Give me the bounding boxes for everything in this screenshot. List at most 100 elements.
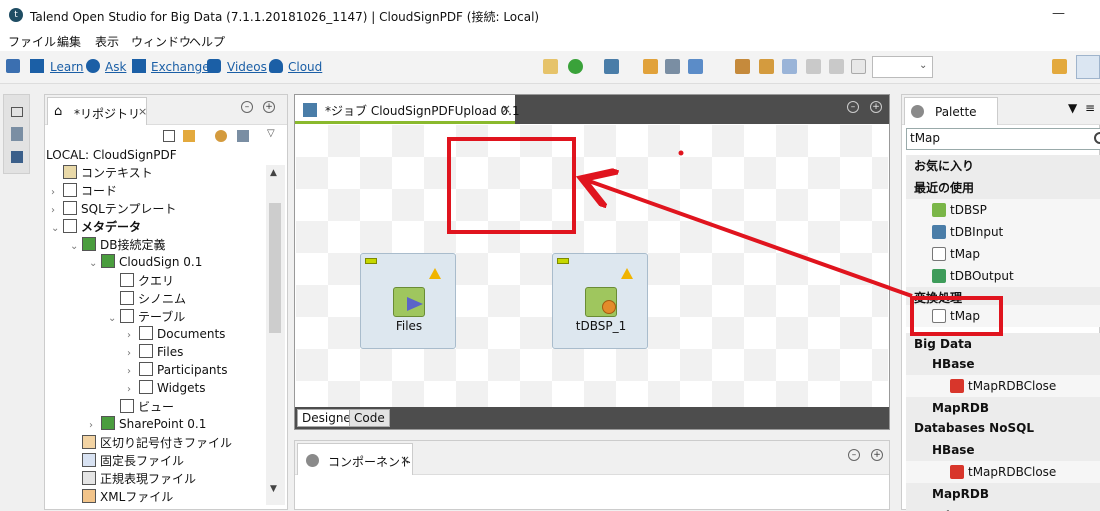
close-icon[interactable]: × — [138, 105, 147, 118]
chevron-right-icon[interactable]: › — [51, 205, 63, 216]
palette-search-input[interactable]: tMap — [906, 128, 1100, 150]
component-tdbsp[interactable]: tDBSP_1 — [552, 253, 648, 349]
chevron-right-icon[interactable]: › — [127, 366, 139, 377]
outline-icon[interactable] — [11, 127, 23, 141]
refresh-icon[interactable] — [782, 59, 797, 74]
item-icon[interactable] — [759, 59, 774, 74]
filter-icon[interactable]: ▼ — [1068, 101, 1077, 115]
chevron-right-icon[interactable]: › — [127, 384, 139, 395]
palette-item[interactable]: tMapRDBClose — [906, 461, 1100, 483]
perspective-button[interactable] — [1076, 55, 1100, 79]
exchange-link[interactable]: Exchange — [151, 60, 210, 74]
learn-link[interactable]: Learn — [50, 60, 84, 74]
tree-item[interactable]: 区切り記号付きファイル — [70, 434, 232, 452]
menu-file[interactable]: ファイル — [8, 33, 56, 50]
menu-view[interactable]: 表示 — [95, 33, 119, 50]
tree-item[interactable]: › Files — [127, 344, 183, 362]
scroll-down-icon[interactable]: ▼ — [270, 484, 277, 494]
scroll-up-icon[interactable]: ▲ — [270, 168, 277, 178]
undo-icon[interactable] — [806, 59, 821, 74]
find-icon[interactable] — [543, 59, 558, 74]
palette-category[interactable]: HBase — [906, 353, 1100, 375]
import-icon[interactable] — [735, 59, 750, 74]
palette-item[interactable]: tMapRDBClose — [906, 375, 1100, 397]
export-icon[interactable] — [688, 59, 703, 74]
menu-help[interactable]: ヘルプ — [189, 33, 225, 50]
chevron-down-icon[interactable]: ⌄ — [70, 241, 82, 252]
restore-icon[interactable] — [11, 107, 23, 117]
run-view-icon[interactable] — [11, 151, 23, 163]
cloud-link[interactable]: Cloud — [288, 60, 322, 74]
minimize-view-icon[interactable]: – — [847, 101, 859, 113]
cloud-icon[interactable] — [269, 59, 283, 73]
palette-item[interactable]: tDBSP — [906, 199, 1100, 221]
videos-link[interactable]: Videos — [227, 60, 267, 74]
page-icon[interactable] — [851, 59, 866, 74]
wrench-icon[interactable] — [665, 59, 680, 74]
chevron-down-icon[interactable]: ⌄ — [108, 313, 120, 324]
tree-item[interactable]: シノニム — [108, 290, 186, 308]
run-icon[interactable] — [568, 59, 583, 74]
open-perspective-icon[interactable] — [1052, 59, 1067, 74]
palette-category[interactable]: Databases — [906, 505, 1100, 511]
cart-icon[interactable] — [132, 59, 146, 73]
chevron-down-icon[interactable]: ⌄ — [89, 258, 101, 269]
palette-item[interactable]: tDBOutput — [906, 265, 1100, 287]
tree-item[interactable]: 正規表現ファイル — [70, 470, 196, 488]
chevron-right-icon[interactable]: › — [127, 348, 139, 359]
tree-item[interactable]: クエリ — [108, 272, 174, 290]
tree-item[interactable]: コンテキスト — [51, 164, 153, 182]
zoom-select[interactable]: ⌄ — [872, 56, 933, 78]
tree-item[interactable]: ⌄ テーブル — [108, 308, 185, 326]
minimize-button[interactable]: — — [1052, 6, 1065, 21]
menu-edit[interactable]: 編集 — [57, 33, 81, 50]
collapse-all-icon[interactable] — [163, 130, 175, 142]
tree-item[interactable]: 固定長ファイル — [70, 452, 184, 470]
ask-icon[interactable] — [86, 59, 100, 73]
tree-item[interactable]: › SQLテンプレート — [51, 200, 176, 218]
maximize-view-icon[interactable]: + — [870, 101, 882, 113]
job-tree-icon[interactable] — [604, 59, 619, 74]
refresh-repo-icon[interactable] — [215, 130, 227, 142]
search-icon[interactable] — [1094, 132, 1100, 144]
ask-link[interactable]: Ask — [105, 60, 126, 74]
link-editor-icon[interactable] — [183, 130, 195, 142]
tree-item[interactable]: ⌄ メタデータ — [51, 218, 141, 236]
view-menu-icon[interactable]: ▽ — [267, 128, 275, 139]
palette-tab[interactable]: Palette — [904, 97, 998, 125]
menu-window[interactable]: ウィンドウ — [131, 33, 191, 50]
component-files[interactable]: Files — [360, 253, 456, 349]
palette-category[interactable]: お気に入り — [906, 155, 1100, 177]
tree-item[interactable]: ⌄ CloudSign 0.1 — [89, 254, 202, 272]
minimize-view-icon[interactable]: – — [848, 449, 860, 461]
tree-item[interactable]: › Participants — [127, 362, 228, 380]
palette-category[interactable]: MapRDB — [906, 397, 1100, 419]
save-icon[interactable] — [6, 59, 20, 73]
palette-category[interactable]: HBase — [906, 439, 1100, 461]
tree-item[interactable]: › Widgets — [127, 380, 206, 398]
tree-item[interactable]: ⌄ DB接続定義 — [70, 236, 165, 254]
learn-icon[interactable] — [30, 59, 44, 73]
redo-icon[interactable] — [829, 59, 844, 74]
chevron-right-icon[interactable]: › — [127, 330, 139, 341]
palette-category[interactable]: 最近の使用 — [906, 177, 1100, 199]
palette-category[interactable]: Big Data — [906, 333, 1100, 355]
designer-canvas[interactable]: Files tDBSP_1 — [296, 125, 888, 407]
job-tab[interactable]: *ジョブ CloudSignPDFUpload 0.1 × — [295, 95, 520, 124]
palette-category[interactable]: MapRDB — [906, 483, 1100, 505]
repository-tab[interactable]: ⌂ *リポジトリ × — [47, 97, 147, 125]
maximize-view-icon[interactable]: + — [263, 101, 275, 113]
close-icon[interactable]: × — [501, 102, 511, 116]
tree-item[interactable]: ビュー — [108, 398, 174, 416]
code-tab[interactable]: Code — [349, 409, 390, 427]
component-tab[interactable]: コンポーネント × — [297, 443, 413, 475]
palette-item[interactable]: tMap — [906, 243, 1100, 265]
chevron-down-icon[interactable]: ⌄ — [51, 223, 63, 234]
palette-menu-icon[interactable]: ≡ — [1085, 101, 1095, 115]
close-icon[interactable]: × — [400, 453, 410, 467]
tree-item[interactable]: › Documents — [127, 326, 225, 344]
palette-category[interactable]: Databases NoSQL — [906, 417, 1100, 439]
edit-icon[interactable] — [643, 59, 658, 74]
tree-item[interactable]: › SharePoint 0.1 — [89, 416, 206, 434]
tree-item[interactable]: XMLファイル — [70, 488, 173, 504]
